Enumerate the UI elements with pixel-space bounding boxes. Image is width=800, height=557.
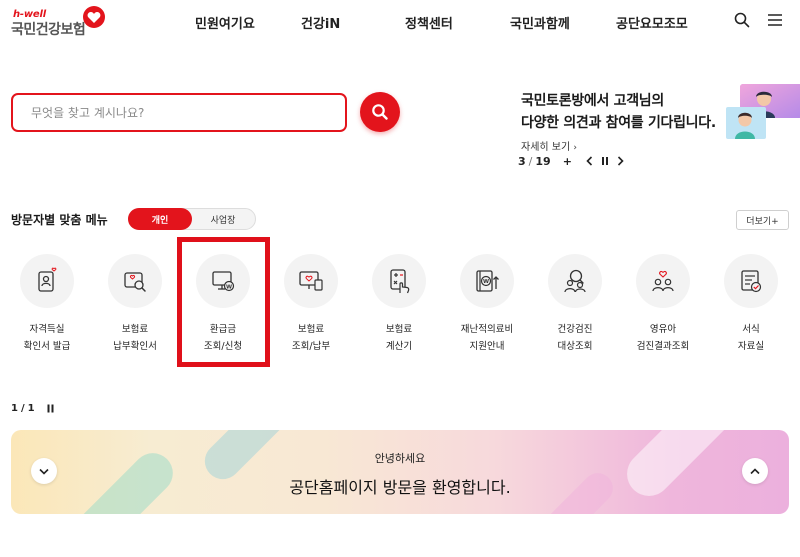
search-button[interactable] bbox=[360, 92, 400, 132]
menu-item-label: 보험료 납부확인서 bbox=[90, 321, 180, 355]
calculator-hand-icon bbox=[390, 269, 410, 294]
menu-item-health-checkup-eligibility[interactable]: 건강검진 대상조회 bbox=[536, 254, 618, 364]
menu-item-label: 건강검진 대상조회 bbox=[530, 321, 620, 355]
menu-icon-circle bbox=[724, 254, 778, 308]
menu-label-line1: 서식 bbox=[742, 324, 760, 335]
promo-more-label: 자세히 보기 bbox=[521, 142, 571, 153]
menu-label-line1: 보험료 bbox=[385, 324, 413, 335]
promo-page-current: 3 bbox=[518, 154, 526, 168]
menu-icon-circle bbox=[636, 254, 690, 308]
cabinet-coin-arrow-icon: W bbox=[476, 270, 499, 292]
search-input[interactable] bbox=[13, 95, 345, 130]
document-search-icon bbox=[124, 272, 146, 292]
menu-label-line1: 자격득실 bbox=[29, 324, 65, 335]
menu-item-eligibility-certificate[interactable]: 자격득실 확인서 발급 bbox=[8, 254, 90, 364]
menu-label-line2: 지원안내 bbox=[469, 341, 505, 352]
header: h-well 국민건강보험 민원여기요 건강iN 정책센터 국민과함께 공단요모… bbox=[0, 0, 800, 42]
tab-business[interactable]: 사업장 bbox=[191, 208, 255, 230]
nav-item-health-in[interactable]: 건강iN bbox=[301, 13, 340, 32]
visitor-type-tabs: 개인 사업장 bbox=[128, 208, 256, 230]
chevron-up-icon bbox=[750, 467, 760, 474]
menu-item-label: 자격득실 확인서 발급 bbox=[2, 321, 92, 355]
menu-label-line2: 조회/납부 bbox=[291, 341, 331, 352]
menu-item-infant-checkup-results[interactable]: 영유아 검진결과조회 bbox=[624, 254, 706, 364]
person-search-icon bbox=[564, 269, 586, 293]
menu-label-line2: 검진결과조회 bbox=[636, 341, 690, 352]
chevron-down-icon bbox=[39, 468, 49, 475]
main-nav: 민원여기요 건강iN 정책센터 국민과함께 공단요모조모 bbox=[0, 13, 800, 32]
menu-page-separator: / bbox=[20, 403, 25, 414]
menu-label-line2: 납부확인서 bbox=[113, 341, 157, 352]
promo-title-line2: 다양한 의견과 참여를 기다립니다. bbox=[521, 115, 716, 131]
promo-page-total: 19 bbox=[535, 154, 551, 168]
menu-label-line1: 건강검진 bbox=[557, 324, 593, 335]
menu-label-line2: 자료실 bbox=[737, 341, 765, 352]
menu-label-line2: 확인서 발급 bbox=[23, 341, 71, 352]
pause-icon[interactable] bbox=[47, 404, 54, 413]
promo-more-link[interactable]: 자세히 보기 › bbox=[521, 138, 577, 153]
promo-pager: 3 / 19 + bbox=[518, 154, 624, 168]
menu-icon-circle: W bbox=[460, 254, 514, 308]
menu-page-current: 1 bbox=[11, 403, 18, 414]
menu-label-line1: 재난적의료비 bbox=[460, 324, 514, 335]
pause-icon[interactable] bbox=[601, 156, 609, 166]
menu-item-premium-calculator[interactable]: 보험료 계산기 bbox=[360, 254, 442, 364]
monitor-heart-card-icon bbox=[299, 271, 323, 291]
menu-label-line1: 보험료 bbox=[297, 324, 325, 335]
custom-menu-title: 방문자별 맞춤 메뉴 bbox=[11, 213, 108, 227]
menu-item-label: 보험료 조회/납부 bbox=[266, 321, 356, 355]
family-heart-icon bbox=[652, 270, 674, 292]
menu-item-label: 서식 자료실 bbox=[706, 321, 796, 355]
menu-icon[interactable] bbox=[765, 10, 785, 30]
welcome-banner: 안녕하세요 공단홈페이지 방문을 환영합니다. bbox=[11, 430, 789, 514]
nav-item-civil-service[interactable]: 민원여기요 bbox=[195, 13, 255, 32]
promo-add-button[interactable]: + bbox=[563, 155, 572, 168]
promo-page-separator: / bbox=[528, 154, 533, 168]
banner-expand-button[interactable] bbox=[31, 458, 57, 484]
menu-item-forms-library[interactable]: 서식 자료실 bbox=[712, 254, 794, 364]
chevron-left-icon[interactable] bbox=[586, 156, 593, 166]
nav-item-with-citizens[interactable]: 국민과함께 bbox=[510, 13, 570, 32]
chevron-right-icon[interactable] bbox=[617, 156, 624, 166]
chevron-right-icon: › bbox=[573, 143, 577, 153]
menu-label-line1: 보험료 bbox=[121, 324, 149, 335]
banner-welcome-message: 공단홈페이지 방문을 환영합니다. bbox=[289, 478, 511, 497]
highlight-box bbox=[177, 237, 270, 367]
search-box bbox=[11, 93, 347, 132]
menu-icon-circle bbox=[20, 254, 74, 308]
search-icon bbox=[372, 104, 388, 120]
menu-icon-circle bbox=[108, 254, 162, 308]
menu-icon-circle bbox=[284, 254, 338, 308]
form-check-icon bbox=[741, 270, 762, 293]
menu-item-label: 영유아 검진결과조회 bbox=[618, 321, 708, 355]
menu-item-label: 재난적의료비 지원안내 bbox=[442, 321, 532, 355]
svg-text:W: W bbox=[483, 279, 489, 285]
menu-label-line2: 대상조회 bbox=[557, 341, 593, 352]
nav-item-about-corp[interactable]: 공단요모조모 bbox=[616, 13, 688, 32]
menu-item-premium-payment-certificate[interactable]: 보험료 납부확인서 bbox=[96, 254, 178, 364]
search-icon[interactable] bbox=[732, 10, 752, 30]
menu-pager: 1 / 1 bbox=[11, 403, 54, 414]
menu-icon-circle bbox=[548, 254, 602, 308]
menu-label-line2: 계산기 bbox=[385, 341, 413, 352]
promo-title-line1: 국민토론방에서 고객님의 bbox=[521, 93, 664, 109]
more-button[interactable]: 더보기+ bbox=[736, 210, 789, 230]
nav-item-policy-center[interactable]: 정책센터 bbox=[405, 13, 453, 32]
menu-item-label: 보험료 계산기 bbox=[354, 321, 444, 355]
discussion-people-illustration bbox=[726, 84, 800, 139]
menu-page-total: 1 bbox=[27, 403, 35, 414]
id-card-heart-icon bbox=[38, 267, 57, 292]
tab-individual[interactable]: 개인 bbox=[128, 208, 192, 230]
menu-item-premium-inquiry-payment[interactable]: 보험료 조회/납부 bbox=[272, 254, 354, 364]
menu-item-catastrophic-medical-support[interactable]: W 재난적의료비 지원안내 bbox=[448, 254, 530, 364]
menu-icon-circle bbox=[372, 254, 426, 308]
banner-collapse-button[interactable] bbox=[742, 458, 768, 484]
banner-greeting: 안녕하세요 bbox=[374, 452, 426, 465]
menu-label-line1: 영유아 bbox=[649, 324, 677, 335]
